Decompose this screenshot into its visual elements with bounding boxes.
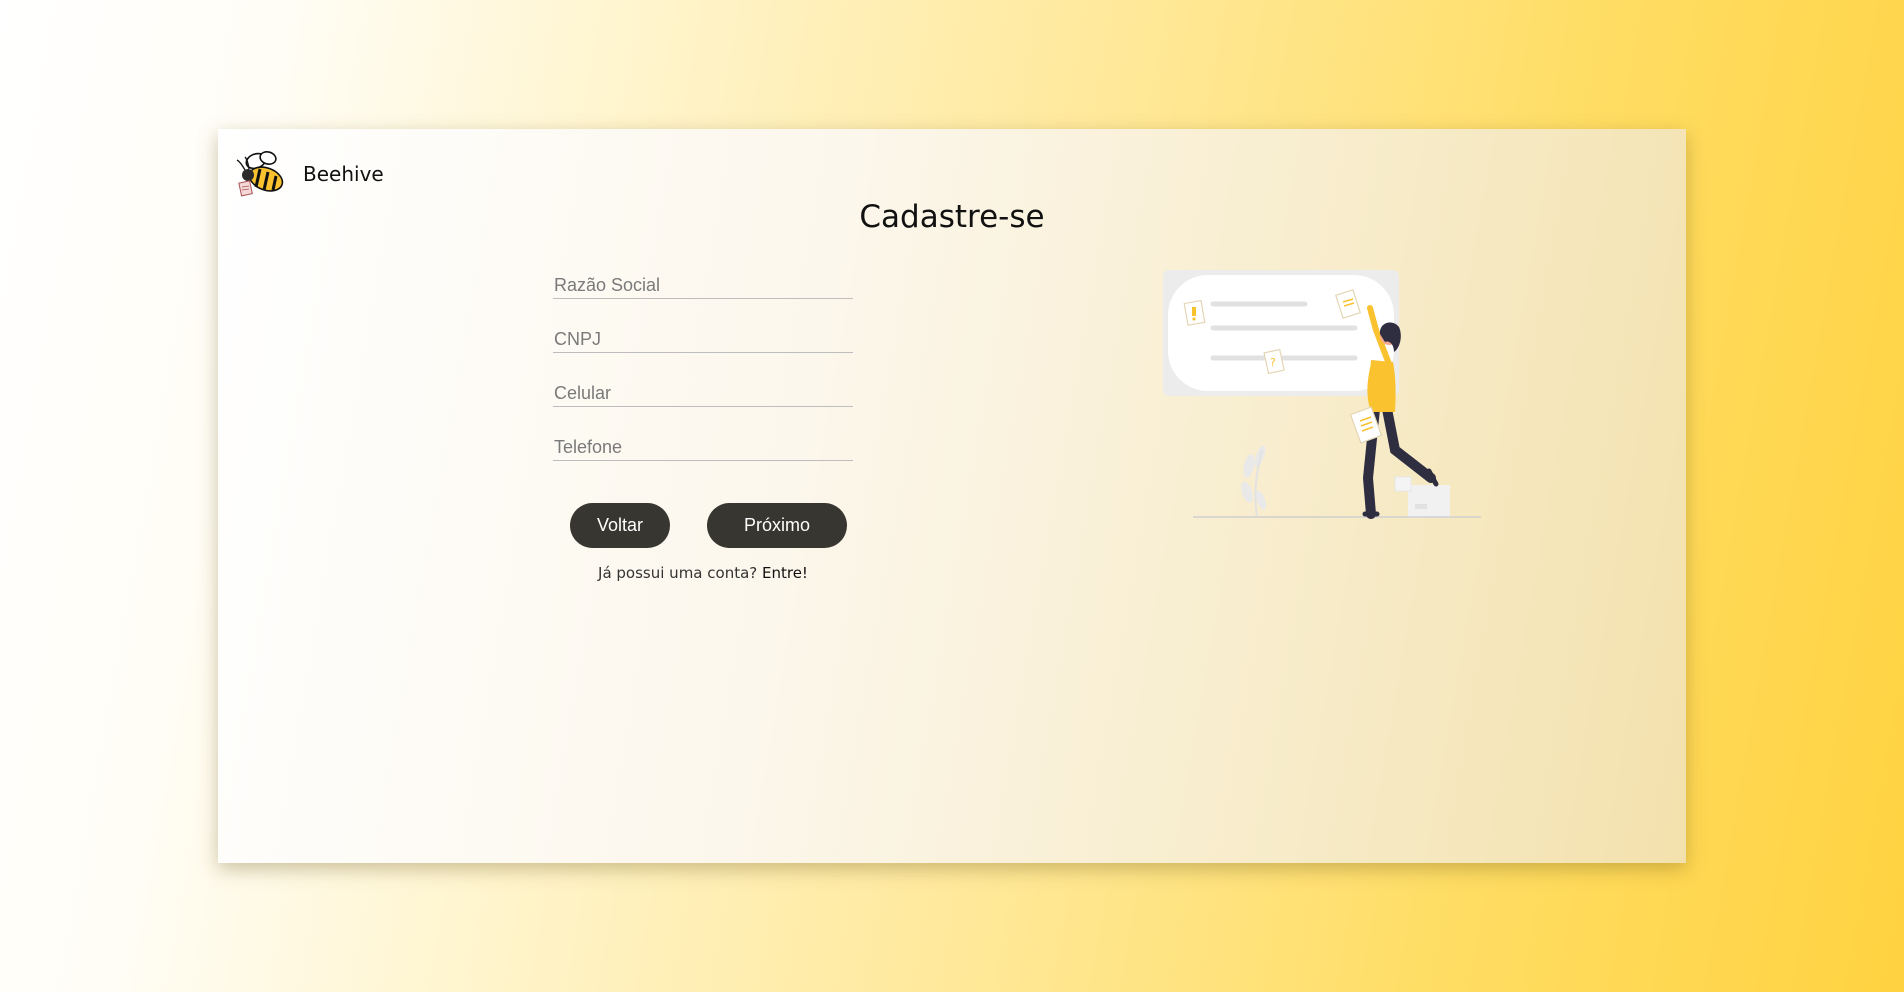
form-actions: Voltar Próximo [570,503,847,548]
back-button[interactable]: Voltar [570,503,670,548]
brand[interactable]: Beehive [236,149,384,199]
brand-name: Beehive [303,162,384,186]
cnpj-input[interactable] [553,323,853,353]
signup-form [553,269,853,485]
bee-logo-icon [236,151,284,197]
woman-organizing-notes-illustration: ? [1163,270,1481,519]
razao-social-input[interactable] [553,269,853,299]
celular-input[interactable] [553,377,853,407]
svg-text:?: ? [1270,356,1276,369]
telefone-input[interactable] [553,431,853,461]
page-title: Cadastre-se [859,199,1045,235]
login-prompt-text: Já possui uma conta? [598,564,762,582]
next-button[interactable]: Próximo [707,503,847,548]
login-prompt: Já possui uma conta? Entre! [553,564,853,582]
login-link[interactable]: Entre! [762,564,808,582]
signup-card: Beehive Cadastre-se Voltar Próximo Já po… [218,129,1686,863]
